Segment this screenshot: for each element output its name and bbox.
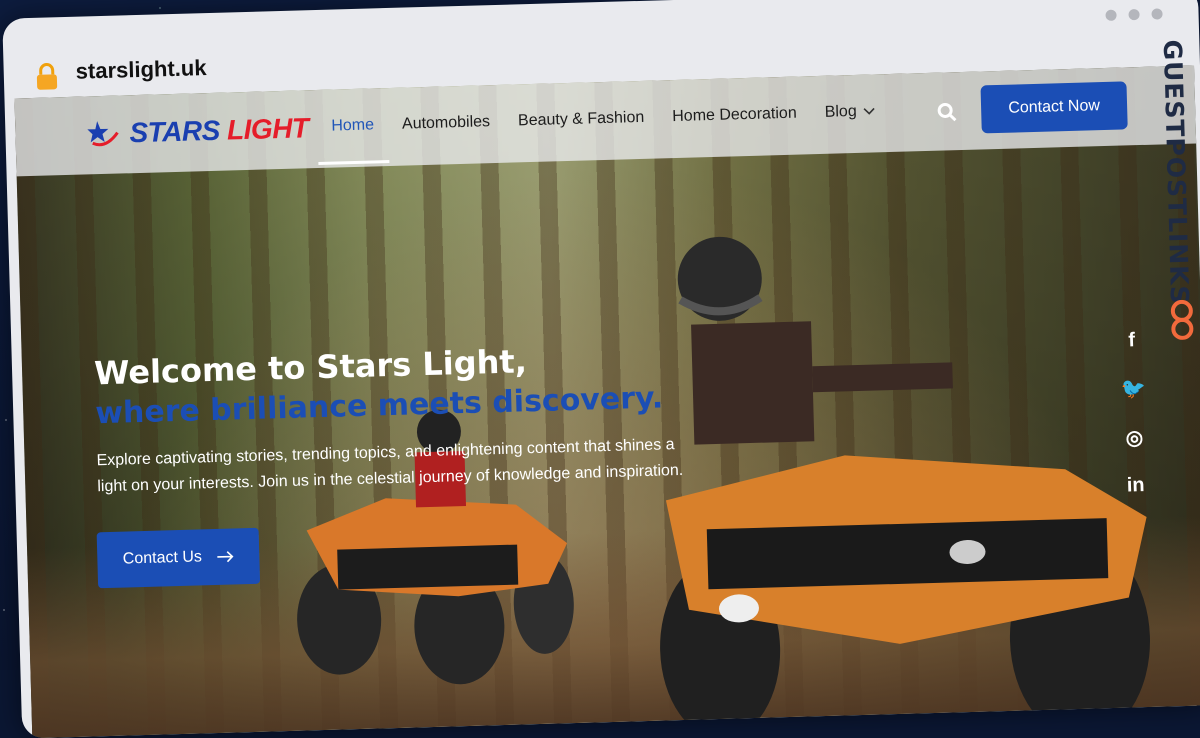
nav-item-home-decoration[interactable]: Home Decoration <box>672 105 797 126</box>
link-icon <box>1170 299 1194 340</box>
url-text[interactable]: starslight.uk <box>75 55 206 85</box>
window-dot[interactable] <box>1151 8 1163 20</box>
twitter-icon[interactable]: 🐦 <box>1121 376 1147 402</box>
page-viewport: STARS LIGHT Home Automobiles Beauty & Fa… <box>14 65 1200 738</box>
window-dot[interactable] <box>1105 9 1117 21</box>
atv-rider-right-image <box>660 236 1150 731</box>
social-links: f 🐦 ◎ in <box>1119 329 1148 498</box>
lock-icon <box>36 63 58 90</box>
window-controls <box>1105 8 1163 21</box>
nav-item-automobiles[interactable]: Automobiles <box>402 113 491 133</box>
chevron-down-icon <box>863 107 875 115</box>
facebook-icon[interactable]: f <box>1119 329 1144 353</box>
nav-item-beauty-fashion[interactable]: Beauty & Fashion <box>518 109 645 131</box>
instagram-icon[interactable]: ◎ <box>1122 425 1147 451</box>
logo-star-icon <box>87 121 119 147</box>
atv-rider-left-image <box>297 409 574 685</box>
main-nav: Home Automobiles Beauty & Fashion Home D… <box>331 102 875 135</box>
nav-label: Beauty & Fashion <box>517 108 645 130</box>
linkedin-icon[interactable]: in <box>1123 474 1148 498</box>
contact-us-label: Contact Us <box>122 548 203 568</box>
window-dot[interactable] <box>1128 8 1140 21</box>
nav-label: Blog <box>824 102 857 121</box>
watermark-text: GUESTPOSTLINKS <box>1157 39 1195 306</box>
contact-us-button[interactable]: Contact Us <box>96 527 261 589</box>
browser-window: starslight.uk STARS LIGHT Home Automobil… <box>2 0 1200 738</box>
nav-label: Home Decoration <box>672 104 797 126</box>
nav-item-home[interactable]: Home <box>331 116 374 135</box>
contact-now-button[interactable]: Contact Now <box>980 81 1128 134</box>
site-logo[interactable]: STARS LIGHT <box>87 112 309 150</box>
nav-item-blog[interactable]: Blog <box>824 102 875 121</box>
nav-label: Home <box>331 116 375 135</box>
search-icon[interactable] <box>937 102 958 123</box>
arrow-right-icon <box>216 551 234 563</box>
logo-text-stars: STARS <box>129 114 221 149</box>
nav-label: Automobiles <box>401 113 491 133</box>
logo-text-light: LIGHT <box>226 112 309 146</box>
